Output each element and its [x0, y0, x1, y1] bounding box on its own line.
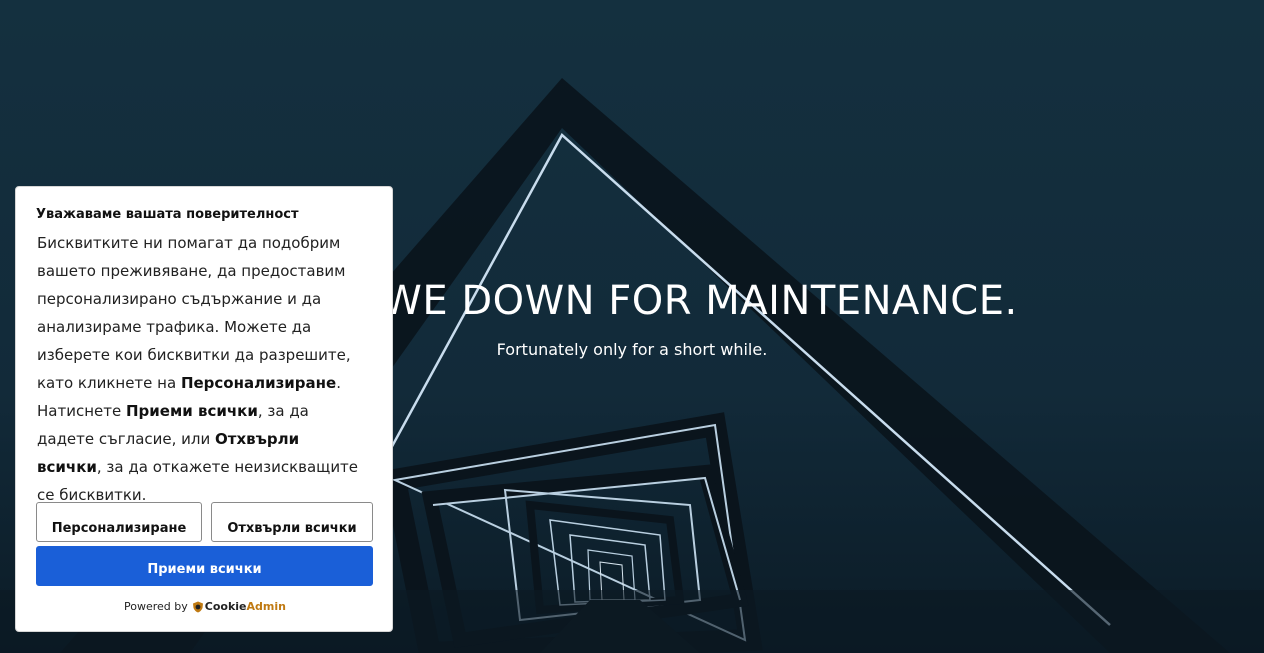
- brand-name-part1: Cookie: [204, 600, 247, 613]
- cookie-banner-title: Уважаваме вашата поверителност: [36, 207, 299, 222]
- cookie-text-bold: Персонализиране: [180, 374, 337, 392]
- customize-button[interactable]: Персонализиране: [36, 502, 202, 542]
- reject-all-button[interactable]: Отхвърли всички: [211, 502, 373, 542]
- maintenance-title: WE DOWN FOR MAINTENANCE.: [382, 278, 1018, 324]
- shield-icon: [192, 601, 203, 612]
- cookie-text-part: Бисквитките ни помагат да подобрим вашет…: [37, 234, 351, 392]
- cookie-text-bold: Приеми всички: [125, 402, 258, 420]
- brand-name-part2: Admin: [246, 600, 286, 613]
- cookieadmin-logo[interactable]: Cookie Admin: [192, 600, 286, 613]
- cookie-consent-banner: Уважаваме вашата поверителност Бисквитки…: [15, 186, 393, 632]
- maintenance-subtitle: Fortunately only for a short while.: [496, 340, 768, 359]
- powered-by-footer: Powered by Cookie Admin: [16, 600, 394, 613]
- cookie-banner-description: Бисквитките ни помагат да подобрим вашет…: [37, 229, 367, 509]
- powered-by-label: Powered by: [124, 600, 188, 613]
- accept-all-button[interactable]: Приеми всички: [36, 546, 373, 586]
